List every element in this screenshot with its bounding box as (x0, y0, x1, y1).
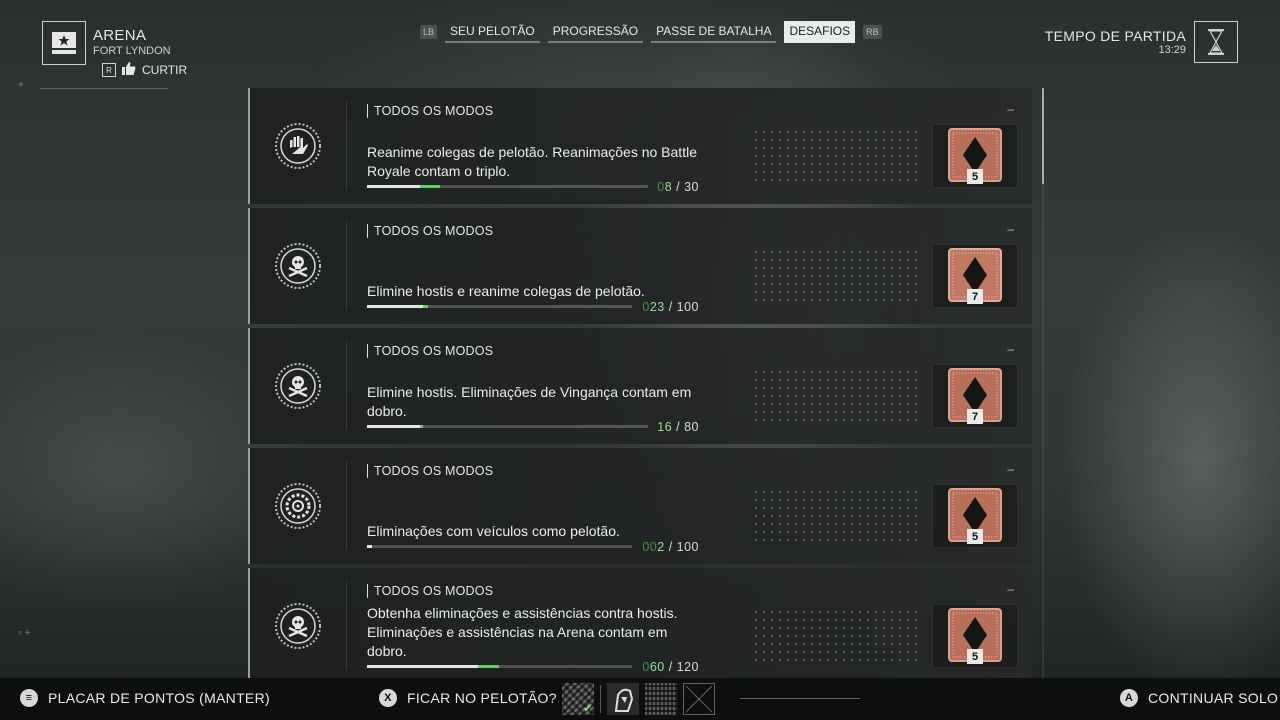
continue-solo-label: CONTINUAR SOLO (1148, 690, 1279, 706)
challenge-card[interactable]: TODOS OS MODOS Obtenha eliminações e ass… (248, 568, 1032, 678)
challenge-mode: TODOS OS MODOS (367, 104, 493, 118)
challenge-progress-text: 08 / 30 (657, 180, 699, 194)
continue-solo-button[interactable]: A CONTINUAR SOLO (1120, 689, 1278, 707)
tab-bar: LB SEU PELOTÃO PROGRESSÃO PASSE DE BATAL… (420, 21, 882, 43)
match-time-value: 13:29 (1158, 44, 1186, 56)
challenge-mode: TODOS OS MODOS (367, 344, 493, 358)
challenge-card[interactable]: TODOS OS MODOS Elimine hostis e reanime … (248, 208, 1032, 324)
like-label: CURTIR (142, 63, 188, 77)
squad-member-avatar[interactable] (607, 683, 639, 715)
decorative-dots (752, 248, 922, 306)
menu-button-icon: ≡ (20, 689, 38, 707)
challenge-progress-bar (367, 425, 648, 428)
challenge-mode: TODOS OS MODOS (367, 584, 493, 598)
stay-in-squad-button[interactable]: X FICAR NO PELOTÃO? (379, 689, 557, 707)
stay-in-squad-label: FICAR NO PELOTÃO? (407, 690, 557, 706)
tab-progression[interactable]: PROGRESSÃO (547, 21, 644, 43)
decorative-dots (752, 368, 922, 426)
reward-level: 7 (967, 409, 983, 424)
footer-line (740, 698, 860, 699)
tab-squad[interactable]: SEU PELOTÃO (445, 21, 540, 43)
left-bumper-hint[interactable]: LB (420, 25, 438, 39)
reward-badge: 5 (932, 124, 1018, 188)
reward-level: 7 (967, 289, 983, 304)
corner-marker: ▫ + (18, 628, 31, 639)
hourglass-icon (1194, 21, 1238, 63)
like-button[interactable]: R CURTIR (102, 62, 187, 78)
decorative-dots (752, 128, 922, 186)
reward-badge: 5 (932, 484, 1018, 548)
game-mode-icon (42, 21, 86, 65)
card-divider (346, 342, 347, 430)
challenge-progress-bar (367, 305, 632, 308)
challenge-description: Eliminações com veículos como pelotão. (367, 523, 620, 539)
skull-crossbones-icon (274, 602, 322, 650)
empty-squad-slot[interactable] (683, 683, 715, 715)
reward-badge: 7 (932, 364, 1018, 428)
reward-level: 5 (967, 169, 983, 184)
tab-battle-pass[interactable]: PASSE DE BATALHA (651, 21, 777, 43)
reward-badge: 5 (932, 604, 1018, 668)
card-divider (346, 102, 347, 190)
like-key-hint: R (102, 63, 116, 77)
card-dash: – (1007, 462, 1014, 476)
challenge-description: Elimine hostis e reanime colegas de pelo… (367, 283, 645, 299)
decorative-dots (752, 608, 922, 666)
reward-level: 5 (967, 529, 983, 544)
thumbs-up-icon (122, 62, 136, 78)
challenge-mode: TODOS OS MODOS (367, 464, 493, 478)
challenge-progress-text: 060 / 120 (642, 660, 699, 674)
header-divider (40, 88, 168, 89)
reward-badge: 7 (932, 244, 1018, 308)
match-time-label: TEMPO DE PARTIDA (1044, 28, 1186, 44)
challenge-progress-text: 16 / 80 (657, 420, 699, 434)
scoreboard-button[interactable]: ≡ PLACAR DE PONTOS (MANTER) (20, 689, 270, 707)
card-divider (346, 462, 347, 550)
skull-crossbones-icon (274, 242, 322, 290)
challenge-card[interactable]: TODOS OS MODOS Reanime colegas de pelotã… (248, 88, 1032, 204)
scrollbar-thumb[interactable] (1042, 88, 1044, 184)
challenge-progress-text: 002 / 100 (642, 540, 699, 554)
check-icon: ✔ (582, 701, 593, 715)
card-dash: – (1007, 342, 1014, 356)
card-divider (346, 222, 347, 310)
challenge-progress-bar (367, 545, 632, 548)
separator (600, 685, 601, 713)
squad-member-avatar[interactable]: ✔ (562, 683, 594, 715)
scoreboard-label: PLACAR DE PONTOS (MANTER) (48, 690, 270, 706)
corner-marker: + (18, 80, 24, 91)
x-button-icon: X (379, 689, 397, 707)
reward-level: 5 (967, 649, 983, 664)
hand-revive-icon (274, 122, 322, 170)
challenge-description: Reanime colegas de pelotão. Reanimações … (367, 144, 697, 179)
skull-crossbones-icon (274, 362, 322, 410)
map-name: FORT LYNDON (93, 45, 171, 57)
squad-member-avatar[interactable] (645, 683, 677, 715)
challenge-card[interactable]: TODOS OS MODOS Eliminações com veículos … (248, 448, 1032, 564)
game-mode-title: ARENA (93, 27, 147, 44)
challenge-progress-bar (367, 185, 648, 188)
card-dash: – (1007, 582, 1014, 596)
card-dash: – (1007, 222, 1014, 236)
challenge-progress-text: 023 / 100 (642, 300, 699, 314)
card-divider (346, 582, 347, 670)
challenge-card[interactable]: TODOS OS MODOS Elimine hostis. Eliminaçõ… (248, 328, 1032, 444)
right-bumper-hint[interactable]: RB (863, 25, 882, 39)
challenge-description: Obtenha eliminações e assistências contr… (367, 605, 678, 659)
tab-challenges[interactable]: DESAFIOS (784, 21, 856, 43)
a-button-icon: A (1120, 689, 1138, 707)
decorative-dots (752, 488, 922, 546)
challenge-progress-bar (367, 665, 632, 668)
challenge-description: Elimine hostis. Eliminações de Vingança … (367, 384, 692, 419)
squad-members: ✔ (562, 683, 715, 715)
vehicle-wheel-icon (274, 482, 322, 530)
challenge-mode: TODOS OS MODOS (367, 224, 493, 238)
card-dash: – (1007, 102, 1014, 116)
